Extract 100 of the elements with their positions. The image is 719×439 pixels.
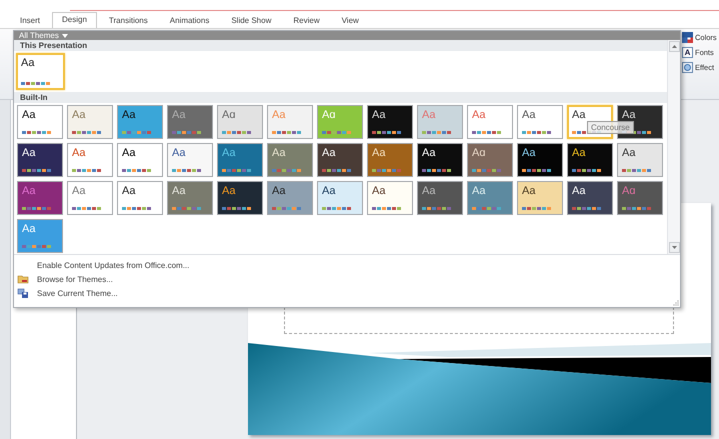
theme-thumbnail[interactable]: Aa — [16, 53, 65, 90]
ribbon-tab[interactable]: Insert — [10, 13, 50, 28]
theme-sample-text: Aa — [422, 109, 436, 121]
theme-thumbnail[interactable]: Aa — [67, 105, 113, 139]
theme-sample-text: Aa — [572, 147, 586, 159]
color-swatch-strip — [372, 131, 401, 134]
color-swatch-strip — [472, 131, 501, 134]
color-swatch-strip — [572, 169, 601, 172]
color-swatch-strip — [222, 207, 251, 210]
theme-thumbnail[interactable]: Aa — [217, 181, 263, 215]
color-swatch-strip — [172, 207, 201, 210]
theme-sample-text: Aa — [322, 185, 336, 197]
color-swatch-strip — [122, 169, 151, 172]
theme-thumbnail[interactable]: Aa — [517, 105, 563, 139]
ribbon-tab[interactable]: Slide Show — [221, 13, 282, 28]
color-swatch-strip — [522, 169, 551, 172]
color-swatch-strip — [572, 207, 601, 210]
ribbon-tab[interactable]: Review — [283, 13, 330, 28]
theme-sample-text: Aa — [122, 185, 136, 197]
theme-sample-text: Aa — [22, 223, 36, 235]
theme-sample-text: Aɑ — [322, 109, 336, 121]
effects-icon — [682, 62, 693, 72]
color-swatch-strip — [422, 131, 451, 134]
theme-sample-text: Aa — [522, 109, 536, 121]
color-swatch-strip — [322, 169, 351, 172]
section-heading: This Presentation — [14, 40, 667, 51]
scroll-down-button[interactable] — [669, 242, 680, 253]
theme-sample-text: Aɑ — [622, 185, 636, 197]
theme-thumbnail[interactable]: Aɑ — [217, 105, 263, 139]
theme-thumbnail[interactable]: Aa — [267, 181, 313, 215]
theme-sample-text: Aa — [222, 147, 236, 159]
theme-sample-text: Aa — [72, 147, 86, 159]
theme-thumbnail[interactable]: Aa — [417, 181, 463, 215]
up-arrow-icon — [672, 45, 677, 48]
color-swatch-strip — [422, 169, 451, 172]
theme-thumbnail[interactable]: Aɑ — [467, 143, 513, 177]
color-swatch-strip — [472, 207, 501, 210]
theme-sample-text: Aa — [522, 185, 536, 197]
theme-sample-text: Aa — [222, 185, 236, 197]
theme-sample-text: Aa — [272, 185, 286, 197]
theme-sample-text: Aa — [72, 185, 86, 197]
theme-sample-text: Aa — [622, 109, 636, 121]
ribbon-tab[interactable]: Design — [52, 12, 97, 28]
theme-thumbnail[interactable]: Aa — [367, 105, 413, 139]
ribbon-tab[interactable]: Animations — [160, 13, 220, 28]
color-swatch-strip — [72, 207, 101, 210]
ribbon-tab[interactable]: View — [332, 13, 369, 28]
theme-sample-text: Aa — [422, 147, 436, 159]
theme-thumbnail[interactable]: Aa — [67, 143, 113, 177]
theme-thumbnail[interactable]: Aa — [317, 181, 363, 215]
section-heading: Built-In — [14, 92, 667, 103]
color-swatch-strip — [322, 131, 351, 134]
color-swatch-strip — [522, 131, 551, 134]
theme-thumbnail[interactable]: Aa — [617, 143, 663, 177]
color-swatch-strip — [622, 169, 651, 172]
color-swatch-strip — [22, 131, 51, 134]
theme-sample-text: Aɑ — [472, 147, 486, 159]
theme-thumbnail[interactable]: Aa — [67, 181, 113, 215]
theme-thumbnail[interactable]: Aa — [17, 143, 63, 177]
theme-sample-text: Aa — [122, 109, 136, 121]
ribbon-tab[interactable]: Transitions — [98, 13, 158, 28]
theme-thumbnail[interactable]: Aa — [517, 143, 563, 177]
theme-thumbnail[interactable]: Aa — [17, 105, 63, 139]
theme-thumbnail[interactable]: Aa — [117, 143, 163, 177]
theme-thumbnail[interactable]: Aa — [167, 143, 213, 177]
theme-sample-text: Aa — [372, 147, 386, 159]
color-swatch-strip — [422, 207, 451, 210]
theme-thumbnail[interactable]: Aa — [117, 181, 163, 215]
theme-thumbnail[interactable]: Aa — [417, 143, 463, 177]
theme-sample-text: Aa — [272, 147, 286, 159]
theme-sample-text: Aa — [322, 147, 336, 159]
color-swatch-strip — [122, 207, 151, 210]
theme-thumbnail[interactable]: Aa — [567, 143, 613, 177]
theme-sample-text: Aa — [472, 109, 486, 121]
menu-item[interactable]: Browse for Themes... — [14, 272, 680, 286]
color-swatch-strip — [272, 169, 301, 172]
theme-thumbnail[interactable]: Aa — [517, 181, 563, 215]
theme-sample-text: Aa — [172, 109, 186, 121]
color-swatch-strip — [322, 207, 351, 210]
scrollbar[interactable] — [667, 40, 680, 254]
scroll-up-button[interactable] — [669, 41, 680, 52]
font-icon: A — [682, 46, 693, 58]
theme-thumbnail[interactable]: Aa — [317, 143, 363, 177]
theme-sample-text: Aa — [572, 185, 586, 197]
down-arrow-icon — [672, 246, 677, 249]
theme-thumbnail[interactable]: Aa — [367, 143, 413, 177]
menu-item[interactable]: Save Current Theme... — [14, 286, 680, 300]
theme-sample-text: Aa — [272, 109, 286, 121]
resize-grip-icon[interactable] — [673, 300, 679, 306]
theme-sample-text: Aa — [172, 185, 186, 197]
theme-thumbnail[interactable]: Aa — [117, 105, 163, 139]
menu-item[interactable]: Enable Content Updates from Office.com... — [14, 258, 680, 272]
theme-sample-text: Aa — [72, 109, 86, 121]
theme-thumbnail[interactable]: Aa — [567, 181, 613, 215]
theme-sample-text: Aa — [372, 185, 386, 197]
color-swatch-strip — [222, 169, 251, 172]
color-swatch-strip — [372, 169, 401, 172]
theme-sample-text: Aa — [622, 147, 636, 159]
theme-thumbnail[interactable]: Aa — [367, 181, 413, 215]
theme-thumbnail[interactable]: Aa — [467, 105, 513, 139]
